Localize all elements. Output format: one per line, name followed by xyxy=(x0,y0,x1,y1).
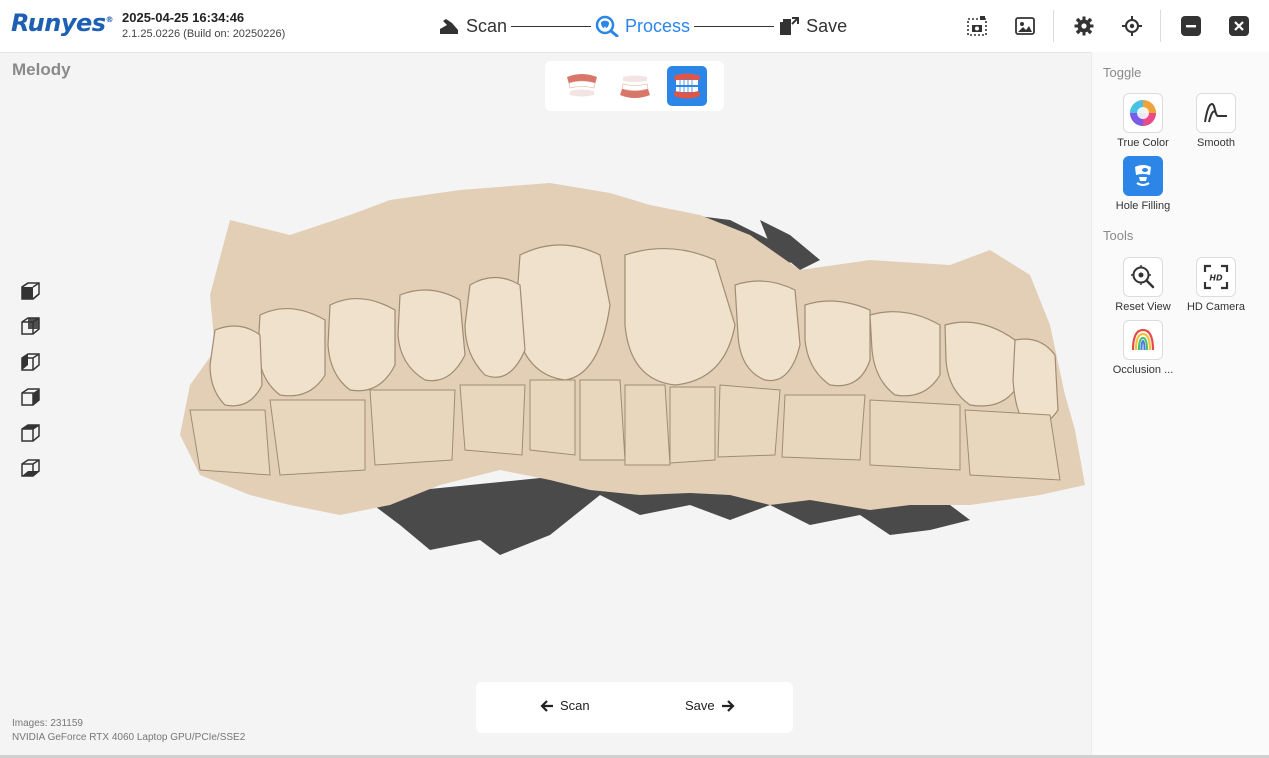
hd-camera-button[interactable]: HD xyxy=(1196,257,1236,297)
hole-filling-icon xyxy=(1135,165,1151,186)
tool-true-color[interactable]: True Color xyxy=(1107,93,1179,149)
jaw-option-lower[interactable] xyxy=(615,66,655,106)
settings-gear-icon[interactable] xyxy=(1072,14,1096,38)
tool-smooth[interactable]: Smooth xyxy=(1180,93,1252,149)
tools-section-label: Tools xyxy=(1103,228,1134,243)
view-front-cube-icon[interactable] xyxy=(19,280,41,302)
hole-filling-button[interactable] xyxy=(1123,156,1163,196)
occlusion-button[interactable] xyxy=(1123,320,1163,360)
view-left-cube-icon[interactable] xyxy=(19,351,41,373)
top-bar: Runyes® 2025-04-25 16:34:46 2.1.25.0226 … xyxy=(0,0,1269,53)
bottom-navigation: Scan Save xyxy=(476,682,793,733)
smooth-button[interactable] xyxy=(1196,93,1236,133)
jaw-selector xyxy=(545,61,724,111)
toolbar-divider xyxy=(1160,10,1161,42)
toolbar-divider xyxy=(1053,10,1054,42)
close-icon[interactable] xyxy=(1227,14,1251,38)
view-back-cube-icon[interactable] xyxy=(19,315,41,337)
svg-text:HD: HD xyxy=(1209,274,1223,283)
tool-hole-filling[interactable]: Hole Filling xyxy=(1107,156,1179,212)
images-count: Images: 231159 xyxy=(12,718,83,729)
occlusion-label: Occlusion ... xyxy=(1112,364,1174,376)
right-panel: Toggle True Color Smooth Hole Filling To… xyxy=(1091,52,1269,758)
window-toolbar xyxy=(0,0,1269,52)
hd-camera-icon: HD xyxy=(1203,264,1229,290)
true-color-label: True Color xyxy=(1117,137,1169,149)
arrow-left-icon xyxy=(540,699,553,712)
hd-camera-label: HD Camera xyxy=(1186,301,1246,313)
gpu-info: NVIDIA GeForce RTX 4060 Laptop GPU/PCIe/… xyxy=(12,732,246,743)
occlusion-arch-icon xyxy=(1131,328,1155,351)
hole-filling-label: Hole Filling xyxy=(1115,200,1171,212)
back-to-scan-button[interactable]: Scan xyxy=(534,698,590,713)
true-color-button[interactable] xyxy=(1123,93,1163,133)
smooth-curve-icon xyxy=(1204,102,1227,123)
arrow-right-icon xyxy=(721,699,735,712)
dental-3d-model[interactable] xyxy=(170,175,1100,585)
screenshot-icon[interactable] xyxy=(965,14,989,38)
minimize-icon[interactable] xyxy=(1179,14,1203,38)
tool-hd-camera[interactable]: HD HD Camera xyxy=(1180,257,1252,313)
next-save-button[interactable]: Save xyxy=(685,698,741,713)
lower-jaw-icon xyxy=(620,75,650,98)
reset-view-button[interactable] xyxy=(1123,257,1163,297)
toggle-section-label: Toggle xyxy=(1103,65,1142,80)
reset-view-label: Reset View xyxy=(1115,301,1171,313)
tool-reset-view[interactable]: Reset View xyxy=(1107,257,1179,313)
view-bottom-cube-icon[interactable] xyxy=(19,457,41,479)
both-jaws-icon xyxy=(674,73,700,99)
jaw-option-upper[interactable] xyxy=(562,66,602,106)
reset-view-icon xyxy=(1131,265,1155,289)
view-right-cube-icon[interactable] xyxy=(19,386,41,408)
image-gallery-icon[interactable] xyxy=(1013,14,1037,38)
color-wheel-icon xyxy=(1130,100,1156,126)
view-top-cube-icon[interactable] xyxy=(19,422,41,444)
upper-jaw-icon xyxy=(567,74,597,97)
smooth-label: Smooth xyxy=(1197,137,1235,149)
jaw-option-both[interactable] xyxy=(667,66,707,106)
crosshair-target-icon[interactable] xyxy=(1120,14,1144,38)
patient-name: Melody xyxy=(12,60,71,79)
tool-occlusion[interactable]: Occlusion ... xyxy=(1107,320,1179,376)
